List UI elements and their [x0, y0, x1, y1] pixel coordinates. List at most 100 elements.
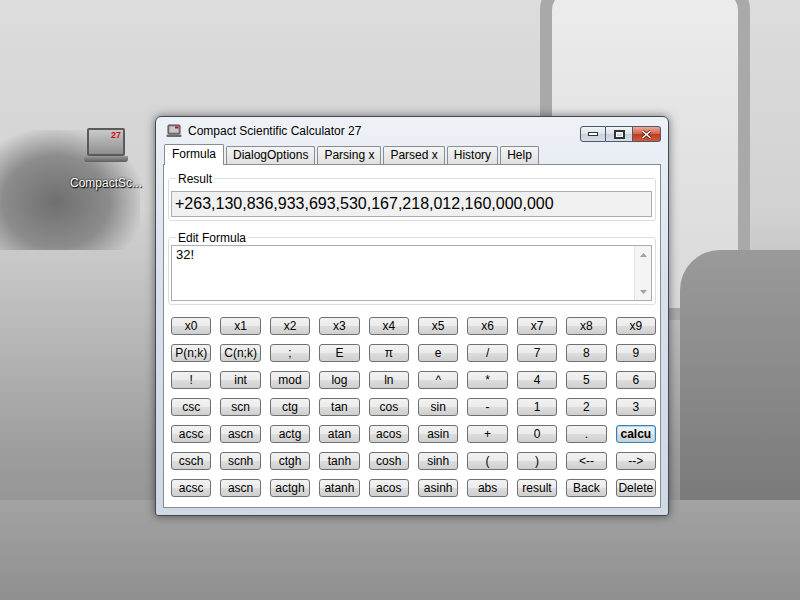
calculator-key[interactable]: <-- — [566, 452, 606, 470]
calculator-key[interactable]: 1 — [517, 398, 557, 416]
calculator-key[interactable]: ) — [517, 452, 557, 470]
scroll-down-icon[interactable] — [635, 283, 651, 300]
window-title: Compact Scientific Calculator 27 — [188, 124, 361, 138]
tab[interactable]: History — [447, 146, 498, 164]
calculator-key[interactable]: ; — [270, 344, 310, 362]
calculator-key[interactable]: 6 — [616, 371, 656, 389]
calculator-key[interactable]: 3 — [616, 398, 656, 416]
calculator-key[interactable]: e — [418, 344, 458, 362]
formula-editor[interactable]: 32! — [171, 245, 652, 301]
result-group: Result+263,130,836,933,693,530,167,218,0… — [168, 178, 656, 221]
tab[interactable]: Parsed x — [383, 146, 444, 164]
calculator-key[interactable]: 5 — [566, 371, 606, 389]
tab[interactable]: Formula — [164, 144, 224, 165]
calculator-key[interactable]: C(n;k) — [220, 344, 260, 362]
maximize-button[interactable] — [606, 126, 633, 142]
title-bar[interactable]: Compact Scientific Calculator 27 — [163, 117, 661, 144]
result-field[interactable]: +263,130,836,933,693,530,167,218,012,160… — [171, 191, 652, 217]
calculator-key[interactable]: x1 — [220, 317, 260, 335]
calculator-key[interactable]: + — [467, 425, 507, 443]
vertical-scrollbar[interactable] — [634, 246, 651, 300]
desktop: 27CompactSc...Compact Scientific Calcula… — [0, 0, 800, 600]
laptop-screen: 27 — [87, 128, 125, 156]
calculator-key[interactable]: ascn — [220, 479, 260, 497]
calculator-key[interactable]: * — [467, 371, 507, 389]
calculator-key[interactable]: 7 — [517, 344, 557, 362]
scroll-up-icon[interactable] — [635, 246, 651, 263]
calculator-key[interactable]: - — [467, 398, 507, 416]
calculator-key[interactable]: atan — [319, 425, 359, 443]
calculator-key[interactable]: . — [566, 425, 606, 443]
calculator-key[interactable]: abs — [467, 479, 507, 497]
calculator-key[interactable]: log — [319, 371, 359, 389]
calculator-key[interactable]: E — [319, 344, 359, 362]
minimize-button[interactable] — [580, 126, 606, 142]
calculator-key[interactable]: cos — [369, 398, 409, 416]
group-title: Edit Formula — [176, 231, 248, 245]
tab[interactable]: Help — [500, 146, 539, 164]
calculator-key[interactable]: ! — [171, 371, 211, 389]
calculator-key[interactable]: / — [467, 344, 507, 362]
calculator-key[interactable]: tan — [319, 398, 359, 416]
calculator-key[interactable]: x9 — [616, 317, 656, 335]
calculator-key[interactable]: cosh — [369, 452, 409, 470]
group-title: Result — [176, 172, 214, 186]
calculator-key[interactable]: --> — [616, 452, 656, 470]
calculator-key[interactable]: 0 — [517, 425, 557, 443]
calculator-key[interactable]: x3 — [319, 317, 359, 335]
calculator-key[interactable]: Delete — [616, 479, 656, 497]
calculator-key[interactable]: int — [220, 371, 260, 389]
calculator-key[interactable]: P(n;k) — [171, 344, 211, 362]
shortcut-label[interactable]: CompactSc... — [70, 176, 142, 190]
calculator-key[interactable]: ( — [467, 452, 507, 470]
calculator-key[interactable]: acos — [369, 479, 409, 497]
calculator-key[interactable]: ^ — [418, 371, 458, 389]
calculator-key[interactable]: scnh — [220, 452, 260, 470]
keypad: x0 x1 x2 x3 x4 x5 x6 x7 x8 x9 P(n;k) C(n;k); Eπe / 789… — [171, 317, 656, 497]
calculator-key[interactable]: x6 — [467, 317, 507, 335]
icon-badge: 27 — [111, 130, 121, 140]
calculator-key[interactable]: sinh — [418, 452, 458, 470]
calculator-key[interactable]: tanh — [319, 452, 359, 470]
calculator-key[interactable]: acsc — [171, 425, 211, 443]
app-icon — [166, 124, 182, 138]
calculator-key[interactable]: csc — [171, 398, 211, 416]
calculator-key[interactable]: x0 — [171, 317, 211, 335]
desktop-shortcut[interactable]: 27 CompactSc... — [60, 128, 152, 190]
calculator-key[interactable]: 4 — [517, 371, 557, 389]
tab-panel: Result +263,130,836,933,693,530,167,218,0… — [163, 164, 661, 508]
calculator-key[interactable]: atanh — [319, 479, 359, 497]
calculator-key[interactable]: x8 — [566, 317, 606, 335]
tab[interactable]: DialogOptions — [226, 146, 315, 164]
calculator-window: Compact Scientific Calculator 27FormulaD… — [155, 116, 669, 516]
calculator-key[interactable]: actgh — [270, 479, 310, 497]
calculator-key[interactable]: 8 — [566, 344, 606, 362]
tab[interactable]: Parsing x — [317, 146, 381, 164]
calculator-key[interactable]: x2 — [270, 317, 310, 335]
formula-text[interactable]: 32! — [172, 246, 634, 300]
calculator-key[interactable]: acos — [369, 425, 409, 443]
calculator-key[interactable]: actg — [270, 425, 310, 443]
calculator-key[interactable]: asin — [418, 425, 458, 443]
calculator-laptop-icon[interactable]: 27 — [84, 128, 128, 166]
calculator-key[interactable]: 2 — [566, 398, 606, 416]
calculator-key[interactable]: result — [517, 479, 557, 497]
calculator-key[interactable]: calcu — [616, 425, 656, 443]
calculator-key[interactable]: x5 — [418, 317, 458, 335]
calculator-key[interactable]: csch — [171, 452, 211, 470]
calculator-key[interactable]: ln — [369, 371, 409, 389]
calculator-key[interactable]: ascn — [220, 425, 260, 443]
calculator-key[interactable]: π — [369, 344, 409, 362]
calculator-key[interactable]: x7 — [517, 317, 557, 335]
calculator-key[interactable]: acsc — [171, 479, 211, 497]
calculator-key[interactable]: sin — [418, 398, 458, 416]
calculator-key[interactable]: ctg — [270, 398, 310, 416]
calculator-key[interactable]: scn — [220, 398, 260, 416]
calculator-key[interactable]: mod — [270, 371, 310, 389]
calculator-key[interactable]: x4 — [369, 317, 409, 335]
calculator-key[interactable]: 9 — [616, 344, 656, 362]
calculator-key[interactable]: Back — [566, 479, 606, 497]
calculator-key[interactable]: asinh — [418, 479, 458, 497]
close-button[interactable] — [633, 126, 661, 142]
calculator-key[interactable]: ctgh — [270, 452, 310, 470]
